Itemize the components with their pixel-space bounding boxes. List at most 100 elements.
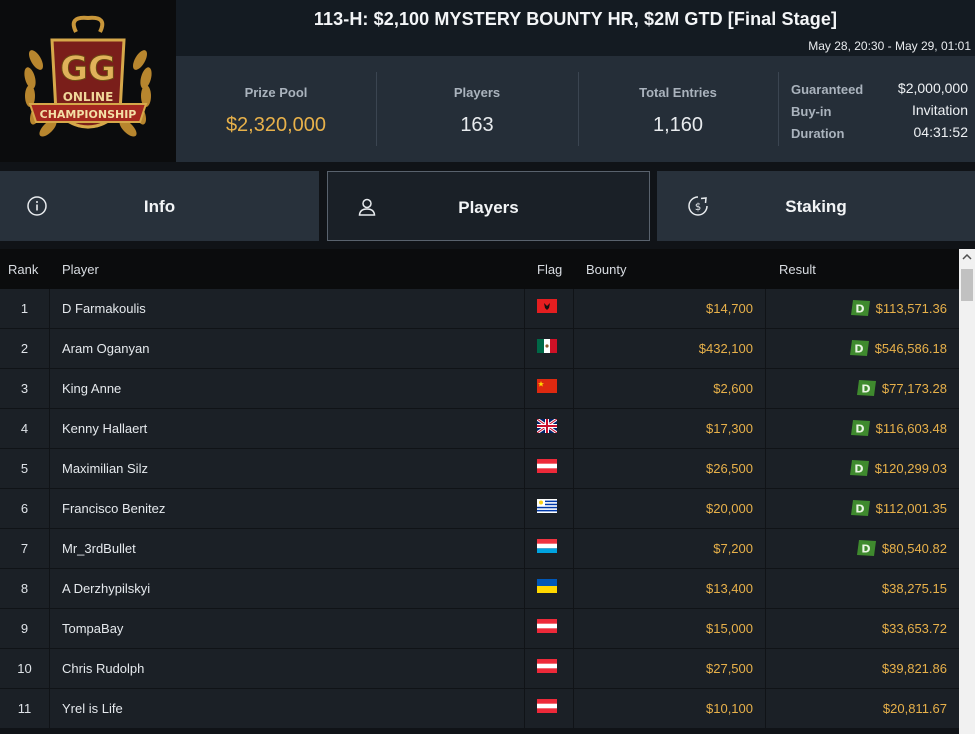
- result-value: $80,540.82: [881, 541, 947, 556]
- player-name-cell[interactable]: King Anne: [50, 369, 525, 409]
- bounty-cell: $432,100: [574, 329, 766, 369]
- ticket-badge-icon: D: [849, 460, 869, 478]
- result-value: $120,299.03: [874, 461, 947, 476]
- header-player[interactable]: Player: [62, 262, 99, 277]
- flag-cell: [525, 449, 574, 489]
- result-cell: $20,811.67: [766, 689, 958, 729]
- total-entries-stat: Total Entries 1,160: [578, 56, 778, 162]
- ticket-badge-icon: D: [850, 500, 870, 518]
- bounty-cell: $2,600: [574, 369, 766, 409]
- austria-flag-icon: [537, 459, 557, 473]
- tab-staking[interactable]: $ Staking: [657, 171, 975, 241]
- rank-cell: 7: [0, 529, 50, 569]
- result-value: $546,586.18: [874, 341, 947, 356]
- player-name-cell[interactable]: TompaBay: [50, 609, 525, 649]
- table-row[interactable]: 8A Derzhypilskyi $13,400 $38,275.15: [0, 569, 959, 609]
- header-bounty[interactable]: Bounty: [586, 262, 626, 277]
- scroll-thumb[interactable]: [961, 269, 973, 301]
- guaranteed-row: Guaranteed $2,000,000: [791, 79, 968, 101]
- table-header: Rank Player Flag Bounty Result: [0, 249, 959, 289]
- flag-cell: [525, 569, 574, 609]
- header-flag[interactable]: Flag: [537, 262, 562, 277]
- player-name-cell[interactable]: Maximilian Silz: [50, 449, 525, 489]
- mexico-flag-icon: [537, 339, 557, 353]
- table-row[interactable]: 4 Kenny Hallaert $17,300 D $116,603.48: [0, 409, 959, 449]
- buy-in-label: Buy-in: [791, 104, 832, 119]
- table-row[interactable]: 3 King Anne $2,600 D $77,173.28: [0, 369, 959, 409]
- result-cell: $33,653.72: [766, 609, 958, 649]
- duration-label: Duration: [791, 126, 845, 141]
- table-row[interactable]: 5 Maximilian Silz $26,500 D $120,299.03: [0, 449, 959, 489]
- result-value: $38,275.15: [881, 581, 947, 596]
- rank-cell: 4: [0, 409, 50, 449]
- china-flag-icon: [537, 379, 557, 393]
- players-table: Rank Player Flag Bounty Result 1D Farmak…: [0, 249, 959, 729]
- table-row[interactable]: 7 Mr_3rdBullet $7,200 D $80,540.82: [0, 529, 959, 569]
- rank-cell: 10: [0, 649, 50, 689]
- tab-players[interactable]: Players: [327, 171, 650, 241]
- table-row[interactable]: 6 Francisco Benitez $20,000 D $112,001.35: [0, 489, 959, 529]
- stat-divider: [778, 72, 779, 146]
- tournament-title: 113-H: $2,100 MYSTERY BOUNTY HR, $2M GTD…: [313, 9, 838, 29]
- flag-cell: [525, 329, 574, 369]
- total-entries-label: Total Entries: [639, 85, 717, 100]
- tab-info[interactable]: Info: [0, 171, 319, 241]
- flag-cell: [525, 609, 574, 649]
- result-cell: $38,275.15: [766, 569, 958, 609]
- ukraine-flag-icon: [537, 579, 557, 593]
- vertical-scrollbar[interactable]: [959, 249, 975, 734]
- ticket-badge-icon: D: [850, 420, 870, 438]
- flag-cell: [525, 689, 574, 729]
- svg-text:D: D: [861, 383, 870, 396]
- bounty-cell: $17,300: [574, 409, 766, 449]
- result-cell: $39,821.86: [766, 649, 958, 689]
- player-name-cell[interactable]: Mr_3rdBullet: [50, 529, 525, 569]
- svg-text:D: D: [861, 543, 870, 556]
- header-rank[interactable]: Rank: [8, 262, 38, 277]
- rank-cell: 8: [0, 569, 50, 609]
- player-name-cell[interactable]: A Derzhypilskyi: [50, 569, 525, 609]
- albania-flag-icon: [537, 299, 557, 313]
- tournament-dates: May 28, 20:30 - May 29, 01:01: [808, 39, 971, 53]
- players-label: Players: [453, 85, 501, 100]
- duration-value: 04:31:52: [913, 124, 969, 140]
- header-result[interactable]: Result: [779, 262, 816, 277]
- ticket-badge-icon: D: [850, 300, 870, 318]
- table-body: 1D Farmakoulis $14,700 D $113,571.36 2 Aram O…: [0, 289, 959, 729]
- table-row[interactable]: 11 Yrel is Life $10,100 $20,811.67: [0, 689, 959, 729]
- buy-in-row: Buy-in Invitation: [791, 101, 968, 123]
- players-value: 163: [460, 114, 494, 136]
- result-cell: D $113,571.36: [766, 289, 958, 329]
- player-name-cell[interactable]: Yrel is Life: [50, 689, 525, 729]
- result-cell: D $112,001.35: [766, 489, 958, 529]
- uruguay-flag-icon: [537, 499, 557, 513]
- bounty-cell: $27,500: [574, 649, 766, 689]
- player-name-cell[interactable]: Francisco Benitez: [50, 489, 525, 529]
- title-bar: 113-H: $2,100 MYSTERY BOUNTY HR, $2M GTD…: [176, 0, 975, 36]
- svg-text:D: D: [854, 343, 863, 356]
- player-name-cell[interactable]: Kenny Hallaert: [50, 409, 525, 449]
- guaranteed-value: $2,000,000: [897, 80, 968, 96]
- table-row[interactable]: 10 Chris Rudolph $27,500 $39,821.86: [0, 649, 959, 689]
- scroll-up-arrow-icon[interactable]: [959, 249, 975, 266]
- bounty-cell: $7,200: [574, 529, 766, 569]
- table-row[interactable]: 1D Farmakoulis $14,700 D $113,571.36: [0, 289, 959, 329]
- duration-row: Duration 04:31:52: [791, 123, 968, 145]
- table-row[interactable]: 9 TompaBay $15,000 $33,653.72: [0, 609, 959, 649]
- bounty-cell: $15,000: [574, 609, 766, 649]
- player-name-cell[interactable]: Aram Oganyan: [50, 329, 525, 369]
- ggpoker-logo: GG ONLINE CHAMPIONSHIP: [0, 0, 176, 162]
- prize-pool-value: $2,320,000: [225, 114, 327, 136]
- austria-flag-icon: [537, 699, 557, 713]
- bounty-cell: $26,500: [574, 449, 766, 489]
- ticket-badge-icon: D: [856, 540, 876, 558]
- svg-text:D: D: [855, 303, 864, 316]
- svg-text:D: D: [854, 463, 863, 476]
- bounty-cell: $13,400: [574, 569, 766, 609]
- player-name-cell[interactable]: D Farmakoulis: [50, 289, 525, 329]
- svg-text:GG: GG: [60, 49, 116, 89]
- svg-text:D: D: [855, 503, 864, 516]
- player-name-cell[interactable]: Chris Rudolph: [50, 649, 525, 689]
- tournament-window: GG ONLINE CHAMPIONSHIP 113-H: $2,100 MYS…: [0, 0, 975, 734]
- table-row[interactable]: 2 Aram Oganyan $432,100 D $546,586.18: [0, 329, 959, 369]
